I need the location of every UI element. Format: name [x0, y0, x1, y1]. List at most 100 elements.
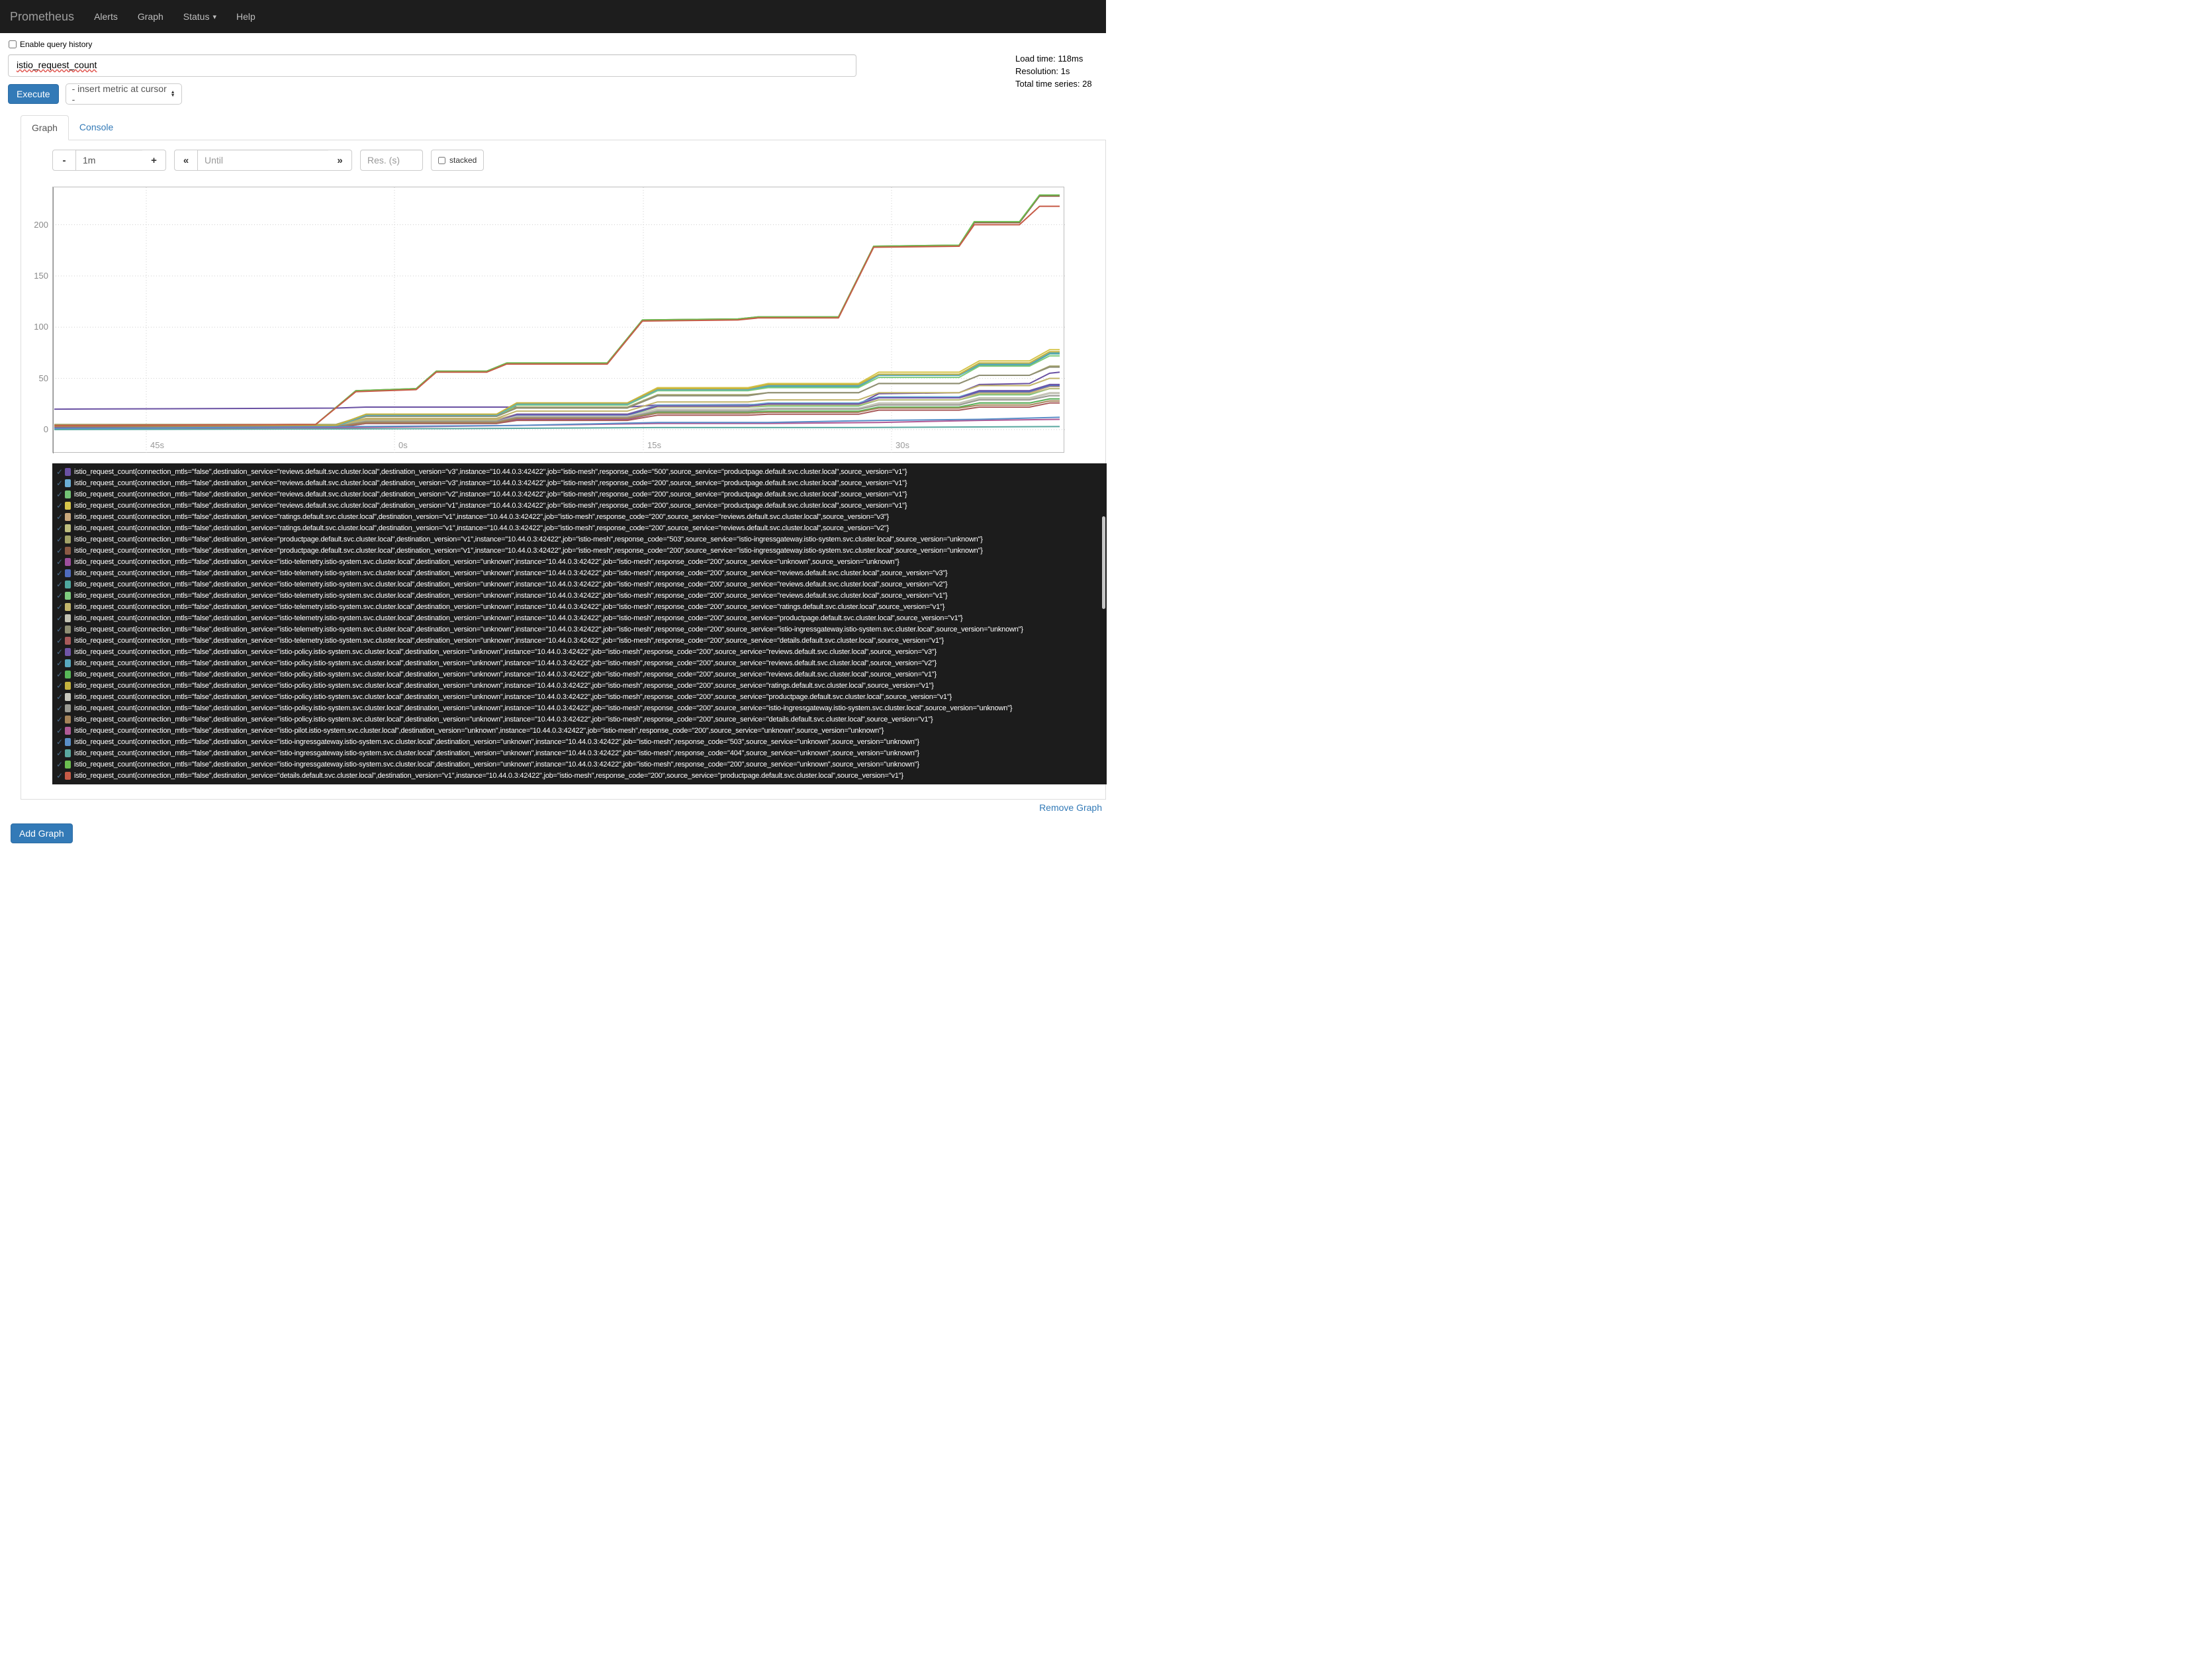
- until-input[interactable]: [198, 150, 328, 171]
- legend-item[interactable]: ✓ istio_request_count{connection_mtls="fa…: [55, 624, 1107, 635]
- graph-controls: - + « » stacked: [52, 150, 1105, 171]
- legend-item[interactable]: ✓ istio_request_count{connection_mtls="fa…: [55, 545, 1107, 556]
- query-input[interactable]: istio_request_count: [8, 54, 856, 77]
- app-brand[interactable]: Prometheus: [0, 10, 84, 24]
- stacked-toggle[interactable]: stacked: [431, 150, 484, 171]
- resolution: Resolution: 1s: [1015, 66, 1070, 76]
- series-label: istio_request_count{connection_mtls="fal…: [74, 760, 919, 769]
- series-label: istio_request_count{connection_mtls="fal…: [74, 546, 983, 555]
- legend-item[interactable]: ✓ istio_request_count{connection_mtls="fa…: [55, 590, 1107, 601]
- enable-query-history-checkbox[interactable]: [9, 40, 17, 48]
- load-time: Load time: 118ms: [1015, 54, 1083, 64]
- legend-item[interactable]: ✓ istio_request_count{connection_mtls="fa…: [55, 522, 1107, 534]
- tab-console[interactable]: Console: [69, 115, 124, 140]
- series-label: istio_request_count{connection_mtls="fal…: [74, 569, 948, 577]
- series-color-swatch: [65, 591, 71, 600]
- nav-item-help[interactable]: Help: [226, 11, 265, 22]
- legend-item[interactable]: ✓ istio_request_count{connection_mtls="fa…: [55, 702, 1107, 714]
- check-icon: ✓: [56, 624, 64, 634]
- series-color-swatch: [65, 490, 71, 498]
- time-forward-button[interactable]: »: [328, 150, 352, 171]
- legend-item[interactable]: ✓ istio_request_count{connection_mtls="fa…: [55, 489, 1107, 500]
- legend-item[interactable]: ✓ istio_request_count{connection_mtls="fa…: [55, 657, 1107, 669]
- tab-graph[interactable]: Graph: [21, 115, 69, 140]
- legend-item[interactable]: ✓ istio_request_count{connection_mtls="fa…: [55, 759, 1107, 770]
- query-stats: Load time: 118ms Resolution: 1s Total ti…: [1015, 53, 1092, 91]
- legend-item[interactable]: ✓ istio_request_count{connection_mtls="fa…: [55, 714, 1107, 725]
- series-label: istio_request_count{connection_mtls="fal…: [74, 726, 884, 735]
- caret-down-icon: ▾: [212, 13, 217, 21]
- legend-item[interactable]: ✓ istio_request_count{connection_mtls="fa…: [55, 612, 1107, 624]
- series-label: istio_request_count{connection_mtls="fal…: [74, 704, 1013, 712]
- series-line-8: [54, 195, 1060, 426]
- legend-item[interactable]: ✓ istio_request_count{connection_mtls="fa…: [55, 466, 1107, 477]
- series-label: istio_request_count{connection_mtls="fal…: [74, 580, 948, 588]
- series-color-swatch: [65, 715, 71, 723]
- execute-row: Execute - insert metric at cursor - ▲ ▼: [0, 77, 1106, 105]
- legend-item[interactable]: ✓ istio_request_count{connection_mtls="fa…: [55, 601, 1107, 612]
- series-color-swatch: [65, 737, 71, 746]
- legend-item[interactable]: ✓ istio_request_count{connection_mtls="fa…: [55, 567, 1107, 579]
- series-color-swatch: [65, 512, 71, 521]
- series-color-swatch: [65, 704, 71, 712]
- series-label: istio_request_count{connection_mtls="fal…: [74, 670, 937, 678]
- series-color-swatch: [65, 535, 71, 543]
- legend-item[interactable]: ✓ istio_request_count{connection_mtls="fa…: [55, 691, 1107, 702]
- check-icon: ✓: [56, 748, 64, 758]
- duration-increase-button[interactable]: +: [142, 150, 166, 171]
- legend-item[interactable]: ✓ istio_request_count{connection_mtls="fa…: [55, 725, 1107, 736]
- line-chart[interactable]: 45s 0s 15s 30s 0 50 100 150 200: [34, 187, 1065, 453]
- until-group: « »: [174, 150, 352, 171]
- insert-metric-select[interactable]: - insert metric at cursor - ▲ ▼: [65, 83, 182, 105]
- scrollbar-thumb[interactable]: [1102, 516, 1105, 609]
- y-tick-label: 200: [34, 219, 48, 230]
- legend-item[interactable]: ✓ istio_request_count{connection_mtls="fa…: [55, 770, 1107, 781]
- series-color-swatch: [65, 670, 71, 678]
- remove-graph-link[interactable]: Remove Graph: [1039, 802, 1102, 813]
- series-label: istio_request_count{connection_mtls="fal…: [74, 636, 944, 645]
- x-tick-label: 0s: [398, 440, 408, 450]
- series-color-swatch: [65, 659, 71, 667]
- series-label: istio_request_count{connection_mtls="fal…: [74, 479, 907, 487]
- select-arrows-icon: ▲ ▼: [170, 90, 175, 98]
- y-tick-label: 150: [34, 270, 48, 281]
- check-icon: ✓: [56, 590, 64, 600]
- check-icon: ✓: [56, 770, 64, 780]
- series-label: istio_request_count{connection_mtls="fal…: [74, 512, 889, 521]
- legend-item[interactable]: ✓ istio_request_count{connection_mtls="fa…: [55, 534, 1107, 545]
- legend-item[interactable]: ✓ istio_request_count{connection_mtls="fa…: [55, 646, 1107, 657]
- legend-item[interactable]: ✓ istio_request_count{connection_mtls="fa…: [55, 511, 1107, 522]
- legend-item[interactable]: ✓ istio_request_count{connection_mtls="fa…: [55, 556, 1107, 567]
- legend-item[interactable]: ✓ istio_request_count{connection_mtls="fa…: [55, 747, 1107, 759]
- legend-item[interactable]: ✓ istio_request_count{connection_mtls="fa…: [55, 669, 1107, 680]
- series-label: istio_request_count{connection_mtls="fal…: [74, 535, 983, 543]
- resolution-input[interactable]: [360, 150, 423, 171]
- series-label: istio_request_count{connection_mtls="fal…: [74, 467, 907, 476]
- legend-item[interactable]: ✓ istio_request_count{connection_mtls="fa…: [55, 635, 1107, 646]
- series-label: istio_request_count{connection_mtls="fal…: [74, 602, 945, 611]
- nav-item-status[interactable]: Status ▾: [173, 11, 226, 22]
- check-icon: ✓: [56, 489, 64, 499]
- legend-item[interactable]: ✓ istio_request_count{connection_mtls="fa…: [55, 500, 1107, 511]
- check-icon: ✓: [56, 737, 64, 747]
- duration-input[interactable]: [76, 150, 142, 171]
- stacked-checkbox[interactable]: [438, 156, 445, 164]
- nav-item-alerts[interactable]: Alerts: [84, 11, 128, 22]
- check-icon: ✓: [56, 725, 64, 735]
- legend-item[interactable]: ✓ istio_request_count{connection_mtls="fa…: [55, 680, 1107, 691]
- time-back-button[interactable]: «: [174, 150, 198, 171]
- series-line-17: [54, 383, 1060, 428]
- legend-item[interactable]: ✓ istio_request_count{connection_mtls="fa…: [55, 736, 1107, 747]
- add-graph-button[interactable]: Add Graph: [11, 823, 73, 843]
- check-icon: ✓: [56, 568, 64, 578]
- series-color-swatch: [65, 557, 71, 566]
- top-navbar: Prometheus Alerts Graph Status ▾ Help: [0, 0, 1106, 33]
- check-icon: ✓: [56, 613, 64, 623]
- legend-item[interactable]: ✓ istio_request_count{connection_mtls="fa…: [55, 477, 1107, 489]
- nav-item-graph[interactable]: Graph: [128, 11, 173, 22]
- x-tick-label: 45s: [150, 440, 164, 450]
- duration-decrease-button[interactable]: -: [52, 150, 76, 171]
- chart-area: 45s 0s 15s 30s 0 50 100 150 200: [34, 187, 1105, 453]
- execute-button[interactable]: Execute: [8, 84, 59, 104]
- legend-item[interactable]: ✓ istio_request_count{connection_mtls="fa…: [55, 579, 1107, 590]
